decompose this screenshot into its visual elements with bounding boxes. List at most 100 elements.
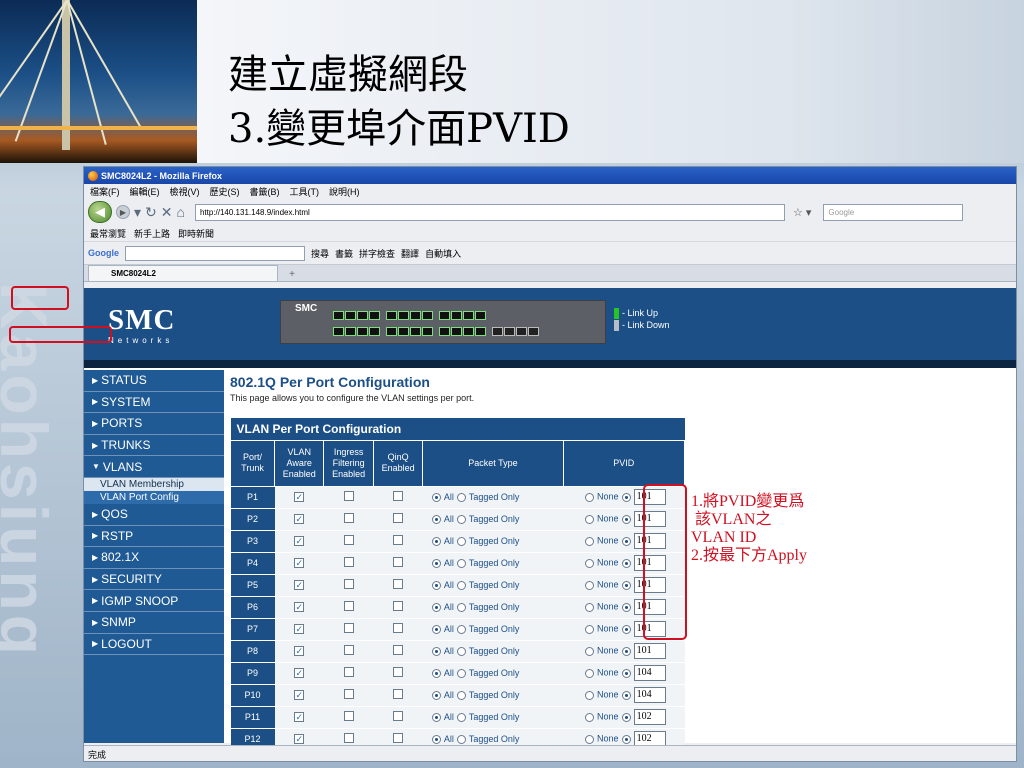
radio-tagged-only[interactable] <box>456 713 466 723</box>
menu-history[interactable]: 歷史(S) <box>210 185 240 198</box>
toolbar-spellcheck-button[interactable]: 拼字檢查 <box>359 247 395 260</box>
radio-pvid-none[interactable] <box>585 734 595 744</box>
qinq-checkbox[interactable] <box>373 705 423 728</box>
vlan-aware-checkbox[interactable]: ✓ <box>274 639 324 662</box>
bookmark-news[interactable]: 即時新聞 <box>178 227 214 240</box>
radio-pvid-none[interactable] <box>585 558 595 568</box>
vlan-aware-checkbox[interactable]: ✓ <box>274 573 324 596</box>
menu-view[interactable]: 檢視(V) <box>170 185 200 198</box>
search-input[interactable]: Google <box>823 203 964 221</box>
ingress-filter-checkbox[interactable] <box>323 595 374 618</box>
toolbar-search-button[interactable]: 搜尋 <box>311 247 329 260</box>
nav-igmp-snoop[interactable]: ▶ IGMP SNOOP <box>84 590 224 612</box>
radio-all[interactable] <box>431 493 441 503</box>
radio-all[interactable] <box>431 515 441 525</box>
pvid-input[interactable]: 104 <box>633 687 666 703</box>
vlan-aware-checkbox[interactable]: ✓ <box>274 595 324 618</box>
ingress-filter-checkbox[interactable] <box>323 683 374 706</box>
ingress-filter-checkbox[interactable] <box>323 639 374 662</box>
radio-pvid-none[interactable] <box>585 492 595 502</box>
google-search-field[interactable] <box>125 245 305 261</box>
radio-pvid-none[interactable] <box>585 646 595 656</box>
radio-tagged-only[interactable] <box>456 647 466 657</box>
nav-rstp[interactable]: ▶ RSTP <box>84 526 224 548</box>
radio-tagged-only[interactable] <box>456 581 466 591</box>
url-bar[interactable]: http://140.131.148.9/index.html <box>194 203 785 221</box>
radio-tagged-only[interactable] <box>456 603 466 613</box>
radio-pvid-value[interactable] <box>621 624 631 634</box>
new-tab-icon[interactable]: + <box>282 267 302 281</box>
radio-all[interactable] <box>431 669 441 679</box>
nav-qos[interactable]: ▶ QOS <box>84 504 224 526</box>
radio-pvid-value[interactable] <box>621 690 631 700</box>
vlan-aware-checkbox[interactable]: ✓ <box>274 507 324 530</box>
toolbar-translate-button[interactable]: 翻譯 <box>401 247 419 260</box>
radio-tagged-only[interactable] <box>456 493 466 503</box>
radio-tagged-only[interactable] <box>456 515 466 525</box>
radio-tagged-only[interactable] <box>456 559 466 569</box>
pvid-input[interactable]: 104 <box>633 665 666 681</box>
radio-pvid-none[interactable] <box>585 712 595 722</box>
dropdown-icon[interactable]: ▾ <box>134 204 141 221</box>
menu-help[interactable]: 說明(H) <box>329 185 360 198</box>
radio-all[interactable] <box>431 581 441 591</box>
bookmark-star-icon[interactable]: ☆ ▾ <box>793 206 811 219</box>
radio-pvid-none[interactable] <box>585 536 595 546</box>
bookmark-most-visited[interactable]: 最常瀏覽 <box>90 227 126 240</box>
radio-pvid-value[interactable] <box>621 646 631 656</box>
radio-pvid-value[interactable] <box>621 580 631 590</box>
qinq-checkbox[interactable] <box>373 617 423 640</box>
nav-status[interactable]: ▶ STATUS <box>84 370 224 392</box>
vlan-aware-checkbox[interactable]: ✓ <box>274 661 324 684</box>
radio-all[interactable] <box>431 713 441 723</box>
radio-all[interactable] <box>431 625 441 635</box>
radio-tagged-only[interactable] <box>456 537 466 547</box>
vlan-aware-checkbox[interactable]: ✓ <box>274 551 324 574</box>
vlan-aware-checkbox[interactable]: ✓ <box>274 705 324 728</box>
radio-pvid-value[interactable] <box>621 558 631 568</box>
ingress-filter-checkbox[interactable] <box>323 529 374 552</box>
qinq-checkbox[interactable] <box>373 595 423 618</box>
vlan-aware-checkbox[interactable]: ✓ <box>274 485 324 508</box>
radio-all[interactable] <box>431 559 441 569</box>
ingress-filter-checkbox[interactable] <box>323 617 374 640</box>
ingress-filter-checkbox[interactable] <box>323 661 374 684</box>
nav-ports[interactable]: ▶ PORTS <box>84 413 224 435</box>
radio-tagged-only[interactable] <box>456 625 466 635</box>
radio-all[interactable] <box>431 691 441 701</box>
radio-pvid-value[interactable] <box>621 514 631 524</box>
radio-pvid-value[interactable] <box>621 734 631 744</box>
qinq-checkbox[interactable] <box>373 529 423 552</box>
radio-pvid-value[interactable] <box>621 492 631 502</box>
radio-all[interactable] <box>431 647 441 657</box>
toolbar-autofill-button[interactable]: 自動填入 <box>425 247 461 260</box>
reload-icon[interactable]: ↻ <box>145 204 157 221</box>
ingress-filter-checkbox[interactable] <box>323 705 374 728</box>
stop-icon[interactable]: ✕ <box>161 204 173 221</box>
ingress-filter-checkbox[interactable] <box>323 551 374 574</box>
pvid-input[interactable]: 102 <box>633 709 666 725</box>
toolbar-bookmarks-button[interactable]: 書籤 <box>335 247 353 260</box>
ingress-filter-checkbox[interactable] <box>323 507 374 530</box>
radio-all[interactable] <box>431 603 441 613</box>
radio-pvid-none[interactable] <box>585 580 595 590</box>
radio-all[interactable] <box>431 735 441 745</box>
nav-snmp[interactable]: ▶ SNMP <box>84 612 224 634</box>
radio-pvid-none[interactable] <box>585 602 595 612</box>
nav-vlan-membership[interactable]: VLAN Membership <box>84 477 224 491</box>
qinq-checkbox[interactable] <box>373 639 423 662</box>
forward-button[interactable]: ▶ <box>116 205 130 219</box>
ingress-filter-checkbox[interactable] <box>323 573 374 596</box>
qinq-checkbox[interactable] <box>373 573 423 596</box>
home-icon[interactable]: ⌂ <box>177 204 185 220</box>
vlan-aware-checkbox[interactable]: ✓ <box>274 529 324 552</box>
menu-file[interactable]: 檔案(F) <box>90 185 120 198</box>
menu-bookmarks[interactable]: 書籤(B) <box>250 185 280 198</box>
nav-logout[interactable]: ▶ LOGOUT <box>84 634 224 656</box>
qinq-checkbox[interactable] <box>373 507 423 530</box>
radio-tagged-only[interactable] <box>456 735 466 745</box>
nav-security[interactable]: ▶ SECURITY <box>84 569 224 591</box>
nav-8021x[interactable]: ▶ 802.1X <box>84 547 224 569</box>
radio-pvid-none[interactable] <box>585 514 595 524</box>
qinq-checkbox[interactable] <box>373 683 423 706</box>
